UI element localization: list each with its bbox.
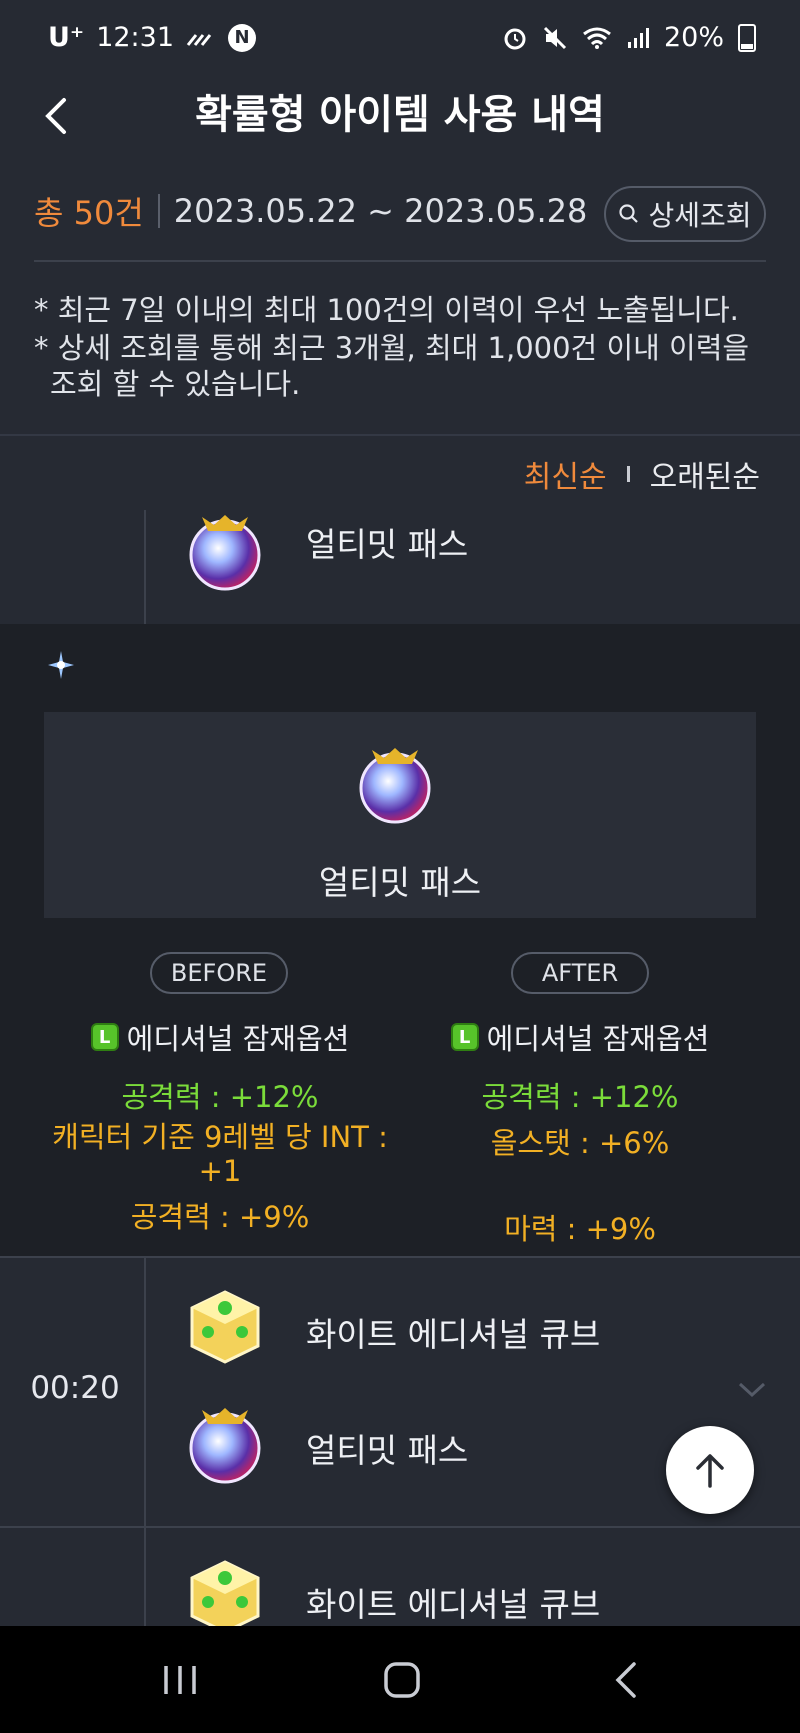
option-line: 캐릭터 기준 9레벨 당 INT : (52, 1120, 388, 1154)
timeline-line (144, 1528, 146, 1626)
date-range: 2023.05.22 ~ 2023.05.28 (173, 192, 588, 230)
timeline-line (144, 1258, 146, 1526)
item-name: 얼티밋 패스 (306, 1431, 469, 1470)
sort-newest[interactable]: 최신순 (524, 452, 607, 496)
arrow-up-icon (696, 1454, 724, 1488)
sparkle-icon (48, 651, 74, 679)
before-option-title: L 에디셔널 잠재옵션 (40, 1016, 400, 1058)
timeline-line (144, 510, 146, 624)
divider (626, 466, 630, 482)
cell-signal-icon (627, 27, 649, 48)
summary-bar: 총 50건 2023.05.22 ~ 2023.05.28 (34, 188, 587, 234)
divider (34, 260, 766, 262)
mute-icon (543, 26, 567, 49)
battery-icon (738, 23, 756, 52)
scroll-to-top-button[interactable] (666, 1426, 754, 1514)
detail-search-button[interactable]: 상세조회 (604, 186, 766, 242)
item-name: 얼티밋 패스 (306, 525, 469, 564)
legendary-badge-icon: L (90, 1023, 119, 1051)
divider (157, 194, 160, 228)
chevron-down-icon[interactable] (736, 1380, 768, 1400)
alarm-icon (504, 28, 526, 49)
divider (0, 1256, 800, 1258)
divider (0, 434, 800, 436)
ultimate-pass-icon (189, 1408, 261, 1484)
system-nav-bar (0, 1626, 800, 1733)
carrier-label: U⁺ (48, 22, 85, 53)
divider (0, 1526, 800, 1528)
ultimate-pass-icon (189, 515, 261, 591)
option-type: 에디셔널 잠재옵션 (486, 1022, 710, 1056)
sort-toggle: 최신순 오래된순 (524, 452, 760, 496)
total-count: 총 50건 (34, 194, 144, 232)
legendary-badge-icon: L (450, 1023, 479, 1051)
recent-apps-icon[interactable] (160, 1662, 200, 1698)
white-additional-cube-icon (190, 1290, 260, 1364)
item-name: 화이트 에디셔널 큐브 (306, 1315, 601, 1354)
status-bar: U⁺ 12:31 N 20% (0, 0, 800, 78)
home-icon[interactable] (382, 1660, 422, 1700)
option-line: 공격력 : +9% (130, 1200, 310, 1234)
battery-percent: 20% (663, 22, 724, 53)
before-options: L 에디셔널 잠재옵션 공격력 : +12% 캐릭터 기준 9레벨 당 INT … (40, 1016, 400, 1236)
detail-item-name: 얼티밋 패스 (318, 863, 482, 902)
option-line: 공격력 : +12% (481, 1080, 679, 1114)
search-icon (619, 204, 639, 223)
after-label: AFTER (511, 952, 649, 994)
wifi-icon (583, 27, 611, 49)
option-line: +1 (198, 1154, 242, 1188)
notice-line-2: * 상세 조회를 통해 최근 3개월, 최대 1,000건 이내 이력을 (34, 331, 750, 365)
clock: 12:31 (96, 22, 174, 53)
signal-slash-icon (186, 33, 212, 46)
search-button-label: 상세조회 (648, 199, 752, 232)
option-line: 마력 : +9% (504, 1212, 656, 1246)
item-name: 화이트 에디셔널 큐브 (306, 1585, 601, 1624)
option-type: 에디셔널 잠재옵션 (126, 1022, 350, 1056)
notice-line-3: 조회 할 수 있습니다. (50, 367, 301, 401)
after-options: L 에디셔널 잠재옵션 공격력 : +12% 올스탯 : +6% 마력 : +9… (400, 1016, 760, 1248)
option-line: 공격력 : +12% (121, 1080, 319, 1114)
ultimate-pass-icon (359, 748, 431, 824)
before-label: BEFORE (150, 952, 288, 994)
option-line: 올스탯 : +6% (490, 1126, 670, 1160)
sort-oldest[interactable]: 오래된순 (650, 452, 760, 496)
after-option-title: L 에디셔널 잠재옵션 (400, 1016, 760, 1058)
notice-line-1: * 최근 7일 이내의 최대 100건의 이력이 우선 노출됩니다. (34, 293, 739, 327)
page-title: 확률형 아이템 사용 내역 (195, 92, 605, 138)
back-nav-icon[interactable] (612, 1660, 642, 1700)
entry-time: 00:20 (30, 1370, 120, 1406)
naver-icon: N (228, 23, 256, 52)
